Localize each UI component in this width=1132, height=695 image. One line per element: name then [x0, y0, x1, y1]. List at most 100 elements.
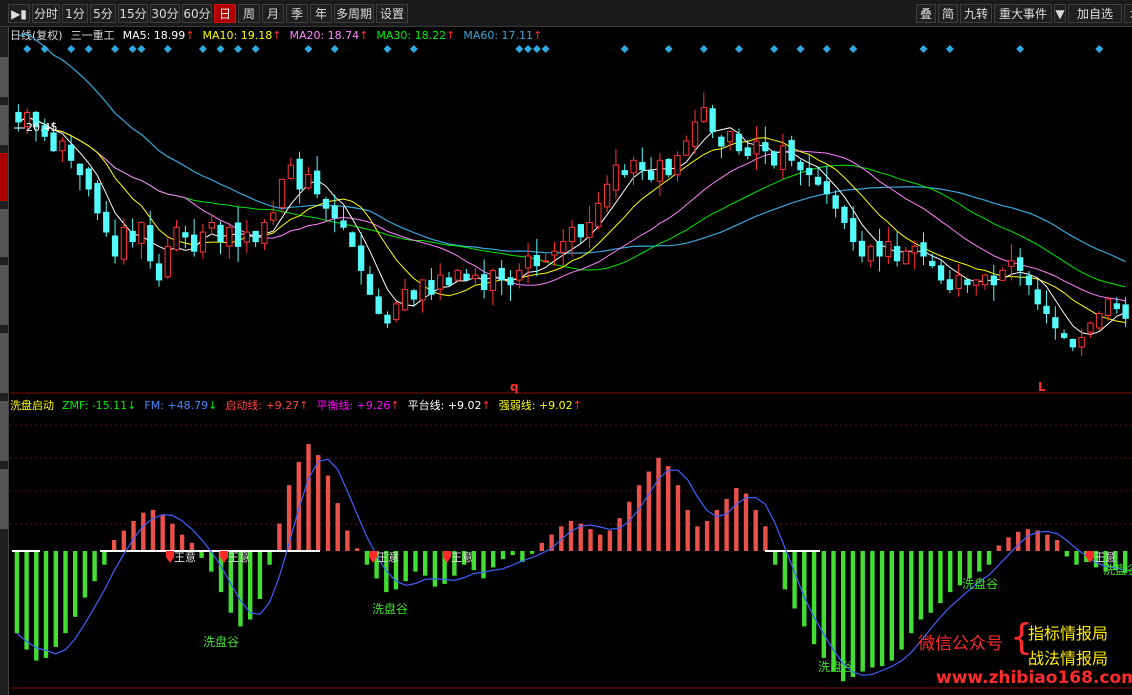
watermark-wechat: 微信公众号 [918, 634, 1003, 654]
osc-bar [918, 551, 924, 620]
signal-diamond-icon [251, 45, 260, 53]
signal-diamond-icon [541, 45, 550, 53]
osc-bar [53, 551, 58, 647]
candle-body [199, 231, 207, 253]
signal-diamond-icon [664, 45, 673, 53]
candle-body [322, 199, 330, 209]
osc-bar [607, 530, 613, 552]
osc-bar [928, 551, 933, 613]
signal-diamond-icon [23, 45, 32, 53]
osc-bar [160, 515, 165, 551]
candle-body [1025, 275, 1033, 286]
candle-body [929, 260, 936, 267]
candle-body [445, 277, 453, 286]
candle-body [832, 195, 839, 209]
osc-bar [734, 488, 739, 551]
osc-bar [899, 551, 904, 650]
kline-chart[interactable]: 20.45qL王意王意王意王意王意洗盘谷洗盘谷洗盘谷洗盘谷洗盘谷 [0, 0, 1132, 695]
osc-bar [1016, 531, 1021, 551]
candle-body [217, 224, 224, 243]
osc-bar [811, 551, 817, 645]
candle-body [630, 159, 637, 174]
candle-body [700, 107, 708, 122]
signal-diamond-icon [699, 45, 708, 53]
candle-body [814, 176, 822, 185]
signal-diamond-icon [1095, 45, 1104, 53]
candle-body [138, 222, 145, 244]
candle-body [437, 274, 444, 290]
signal-diamond-icon [216, 45, 225, 53]
candle-body [314, 170, 321, 195]
candle-body [718, 136, 725, 147]
candle-body [797, 161, 804, 171]
candle-body [59, 140, 66, 152]
candle-body [586, 222, 593, 238]
candle-body [358, 245, 365, 271]
candle-body [366, 274, 374, 295]
osc-bar [529, 551, 535, 554]
osc-bar [14, 551, 20, 634]
candle-body [252, 230, 259, 243]
candle-body [542, 260, 549, 263]
wash-valley-label: 洗盘谷 [818, 659, 854, 674]
candle-body [1034, 289, 1041, 305]
candle-body [428, 280, 435, 295]
candle-body [524, 255, 532, 269]
candle-body [50, 132, 57, 152]
signal-diamond-icon [620, 45, 629, 53]
candle-body [560, 241, 567, 254]
candle-body [674, 155, 681, 176]
candle-body [727, 131, 734, 143]
osc-bar [481, 551, 486, 579]
candle-body [243, 231, 250, 243]
candle-body [876, 240, 883, 257]
candle-body [937, 265, 945, 281]
signal-diamond-icon [770, 45, 779, 53]
osc-bar [986, 551, 992, 565]
candle-body [665, 159, 672, 176]
signal-diamond-icon [919, 45, 928, 53]
candle-body [639, 162, 646, 171]
candle-body [481, 274, 488, 291]
candle-body [191, 234, 198, 252]
osc-bar [34, 551, 39, 661]
candle-body [164, 245, 171, 278]
candle-body [1096, 312, 1103, 329]
osc-bar [568, 520, 574, 551]
osc-bar [354, 548, 360, 551]
candle-body [920, 242, 927, 257]
candle-body [155, 263, 163, 281]
candle-body [885, 241, 892, 258]
osc-bar [1074, 551, 1079, 565]
osc-bar [967, 551, 972, 579]
signal-label: 王意 [1094, 550, 1116, 564]
osc-bar [704, 520, 710, 551]
osc-bar [938, 551, 943, 604]
candle-body [1043, 305, 1050, 314]
osc-bar [121, 530, 126, 552]
osc-bar [63, 551, 68, 634]
osc-bar [43, 551, 49, 658]
osc-bar [588, 529, 593, 551]
candle-body [208, 222, 215, 229]
osc-bar [850, 551, 856, 677]
osc-bar [257, 551, 263, 599]
signal-diamond-icon [330, 45, 339, 53]
signal-diamond-icon [1016, 45, 1025, 53]
candle-body [498, 267, 505, 281]
candle-body [1052, 317, 1059, 329]
candle-body [612, 164, 620, 191]
candle-body [990, 275, 998, 286]
candle-body [744, 147, 751, 156]
osc-bar [111, 540, 117, 551]
candle-body [788, 139, 795, 161]
osc-bar [792, 551, 797, 609]
candle-body [173, 226, 180, 251]
candle-body [964, 279, 971, 286]
osc-bar [170, 523, 175, 551]
osc-bar [296, 461, 301, 551]
candle-body [349, 232, 356, 247]
watermark-url: www.zhibiao168.com [936, 668, 1132, 688]
candle-body [595, 202, 602, 228]
candle-body [771, 151, 778, 166]
